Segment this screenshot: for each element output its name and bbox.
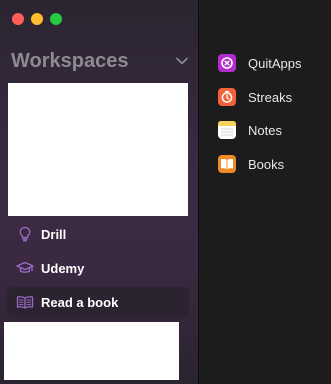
app-item-books[interactable]: Books [218,154,284,174]
app-item-notes[interactable]: Notes [218,120,282,140]
app-label: Streaks [248,89,293,105]
app-window: Workspaces Drill Udemy Read a book QuitA… [0,0,331,384]
streaks-icon [218,88,236,106]
sidebar-item-label: Udemy [41,260,85,276]
open-book-icon [15,292,35,312]
blank-panel-top [8,83,188,216]
app-item-quitapps[interactable]: QuitApps [218,53,301,73]
blank-panel-bottom [4,322,179,380]
graduation-cap-icon [15,258,35,278]
chevron-down-icon[interactable] [175,54,189,68]
window-minimize-button[interactable] [31,13,43,25]
app-label: QuitApps [248,55,302,71]
workspaces-header[interactable]: Workspaces [11,48,189,74]
workspaces-title: Workspaces [11,49,129,72]
sidebar-item-label: Read a book [41,294,119,310]
sidebar-item-read-a-book[interactable]: Read a book [7,287,189,317]
window-close-button[interactable] [12,13,24,25]
app-label: Books [248,156,285,172]
sidebar: Workspaces Drill Udemy Read a book [0,0,198,384]
window-maximize-button[interactable] [50,13,62,25]
sidebar-item-label: Drill [41,226,67,242]
sidebar-item-drill[interactable]: Drill [7,219,189,249]
notes-icon [218,121,236,139]
app-label: Notes [248,122,282,138]
books-icon [218,155,236,173]
quitapps-icon [218,54,236,72]
sidebar-item-udemy[interactable]: Udemy [7,253,189,283]
app-item-streaks[interactable]: Streaks [218,87,292,107]
lightbulb-icon [15,224,35,244]
